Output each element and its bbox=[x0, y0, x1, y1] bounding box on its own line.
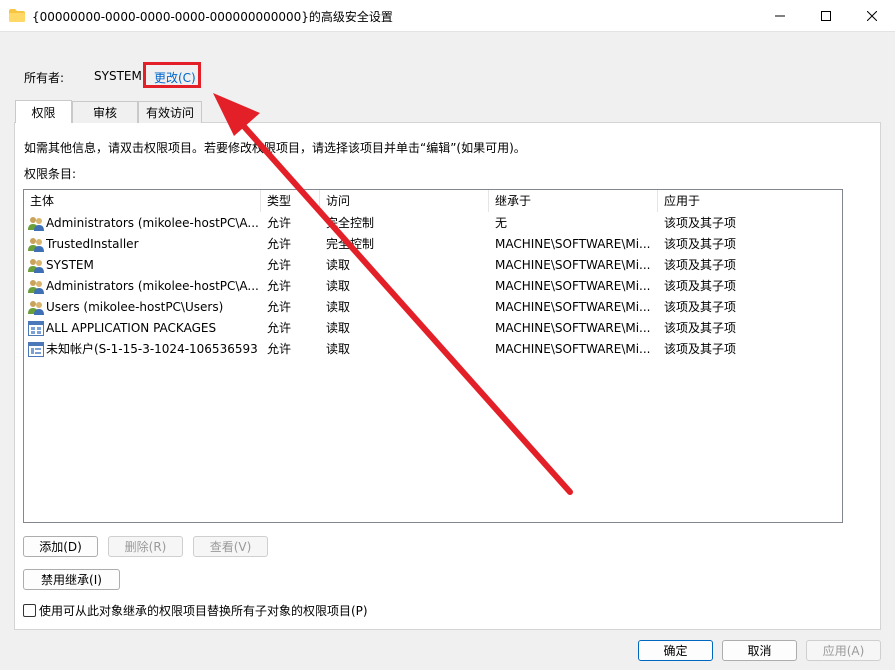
tab-permissions[interactable]: 权限 bbox=[15, 100, 72, 123]
remove-button[interactable]: 删除(R) bbox=[108, 536, 183, 557]
group-icon bbox=[28, 217, 44, 231]
maximize-icon bbox=[821, 11, 831, 21]
cell-inherited: MACHINE\SOFTWARE\Mi... bbox=[495, 258, 651, 272]
maximize-button[interactable] bbox=[803, 0, 849, 32]
tab-label: 审核 bbox=[92, 106, 117, 120]
minimize-button[interactable] bbox=[757, 0, 803, 32]
cell-access: 读取 bbox=[326, 321, 351, 335]
permission-entries-label: 权限条目: bbox=[24, 167, 77, 181]
table-row[interactable]: SYSTEM 允许 读取 MACHINE\SOFTWARE\Mi... 该项及其子项 bbox=[24, 255, 842, 276]
table-row[interactable]: Administrators (mikolee-hostPC\A... 允许 读取 M… bbox=[24, 276, 842, 297]
replace-child-permissions-label: 使用可从此对象继承的权限项目替换所有子对象的权限项目(P) bbox=[39, 604, 368, 618]
close-button[interactable] bbox=[849, 0, 895, 32]
cell-type: 允许 bbox=[267, 237, 292, 251]
info-text: 如需其他信息，请双击权限项目。若要修改权限项目，请选择该项目并单击“编辑”(如果… bbox=[24, 141, 526, 155]
cell-applies: 该项及其子项 bbox=[664, 216, 737, 230]
ok-button[interactable]: 确定 bbox=[638, 640, 713, 661]
add-button[interactable]: 添加(D) bbox=[23, 536, 98, 557]
tab-label: 权限 bbox=[31, 105, 56, 120]
column-header-type[interactable]: 类型 bbox=[261, 190, 320, 212]
cell-type: 允许 bbox=[267, 300, 292, 314]
tab-effective-access[interactable]: 有效访问 bbox=[138, 101, 202, 123]
column-header-principal[interactable]: 主体 bbox=[24, 190, 261, 212]
cell-type: 允许 bbox=[267, 342, 292, 356]
cell-applies: 该项及其子项 bbox=[664, 321, 737, 335]
close-icon bbox=[867, 11, 877, 21]
cell-principal: 未知帐户(S-1-15-3-1024-106536593... bbox=[46, 342, 258, 356]
table-row[interactable]: Administrators (mikolee-hostPC\A... 允许 完全控… bbox=[24, 213, 842, 234]
table-row[interactable]: Users (mikolee-hostPC\Users) 允许 读取 MACHINE\… bbox=[24, 297, 842, 318]
cell-inherited: 无 bbox=[495, 216, 508, 230]
cell-inherited: MACHINE\SOFTWARE\Mi... bbox=[495, 279, 651, 293]
permission-entries-list[interactable]: 主体 类型 访问 继承于 应用于 Administrators (mikolee… bbox=[23, 189, 843, 523]
cell-type: 允许 bbox=[267, 258, 292, 272]
cell-principal: Administrators (mikolee-hostPC\A... bbox=[46, 279, 258, 293]
cell-access: 读取 bbox=[326, 342, 351, 356]
cell-inherited: MACHINE\SOFTWARE\Mi... bbox=[495, 237, 651, 251]
cell-applies: 该项及其子项 bbox=[664, 279, 737, 293]
cell-principal: Users (mikolee-hostPC\Users) bbox=[46, 300, 224, 314]
cell-principal: Administrators (mikolee-hostPC\A... bbox=[46, 216, 258, 230]
table-row[interactable]: TrustedInstaller 允许 完全控制 MACHINE\SOFTWARE\M… bbox=[24, 234, 842, 255]
cell-type: 允许 bbox=[267, 216, 292, 230]
group-icon bbox=[28, 259, 44, 273]
group-icon bbox=[28, 280, 44, 294]
minimize-icon bbox=[775, 15, 785, 17]
change-owner-link[interactable]: 更改(C) bbox=[154, 69, 196, 86]
cell-type: 允许 bbox=[267, 279, 292, 293]
app-packages-icon bbox=[28, 321, 44, 336]
cell-type: 允许 bbox=[267, 321, 292, 335]
tab-label: 有效访问 bbox=[145, 106, 194, 120]
unknown-account-icon bbox=[28, 342, 44, 357]
cell-inherited: MACHINE\SOFTWARE\Mi... bbox=[495, 321, 651, 335]
group-icon bbox=[28, 301, 44, 315]
table-row[interactable]: ALL APPLICATION PACKAGES 允许 读取 MACHINE\SOFT… bbox=[24, 318, 842, 339]
title-bar[interactable]: {00000000-0000-0000-0000-000000000000}的高… bbox=[0, 0, 895, 32]
tab-auditing[interactable]: 审核 bbox=[72, 101, 138, 123]
cell-principal: ALL APPLICATION PACKAGES bbox=[46, 321, 217, 335]
column-header-applies-to[interactable]: 应用于 bbox=[658, 190, 842, 212]
cell-access: 完全控制 bbox=[326, 216, 375, 230]
apply-button[interactable]: 应用(A) bbox=[806, 640, 881, 661]
cell-inherited: MACHINE\SOFTWARE\Mi... bbox=[495, 342, 651, 356]
cell-applies: 该项及其子项 bbox=[664, 258, 737, 272]
cell-access: 读取 bbox=[326, 258, 351, 272]
cancel-button[interactable]: 取消 bbox=[722, 640, 797, 661]
disable-inheritance-button[interactable]: 禁用继承(I) bbox=[23, 569, 120, 590]
column-header-access[interactable]: 访问 bbox=[320, 190, 489, 212]
cell-applies: 该项及其子项 bbox=[664, 342, 737, 356]
owner-label: 所有者: bbox=[24, 71, 65, 85]
cell-principal: SYSTEM bbox=[46, 258, 94, 272]
table-row[interactable]: 未知帐户(S-1-15-3-1024-106536593... 允许 读取 MACHI… bbox=[24, 339, 842, 360]
cell-inherited: MACHINE\SOFTWARE\Mi... bbox=[495, 300, 651, 314]
cell-access: 读取 bbox=[326, 300, 351, 314]
window-title: {00000000-0000-0000-0000-000000000000}的高… bbox=[32, 10, 393, 24]
cell-access: 读取 bbox=[326, 279, 351, 293]
cell-applies: 该项及其子项 bbox=[664, 300, 737, 314]
cell-applies: 该项及其子项 bbox=[664, 237, 737, 251]
replace-child-permissions-checkbox[interactable] bbox=[23, 604, 36, 617]
cell-access: 完全控制 bbox=[326, 237, 375, 251]
column-header-inherited[interactable]: 继承于 bbox=[489, 190, 658, 212]
folder-icon bbox=[9, 9, 25, 22]
owner-value: SYSTEM bbox=[94, 69, 142, 83]
cell-principal: TrustedInstaller bbox=[46, 237, 139, 251]
group-icon bbox=[28, 238, 44, 252]
view-button[interactable]: 查看(V) bbox=[193, 536, 268, 557]
